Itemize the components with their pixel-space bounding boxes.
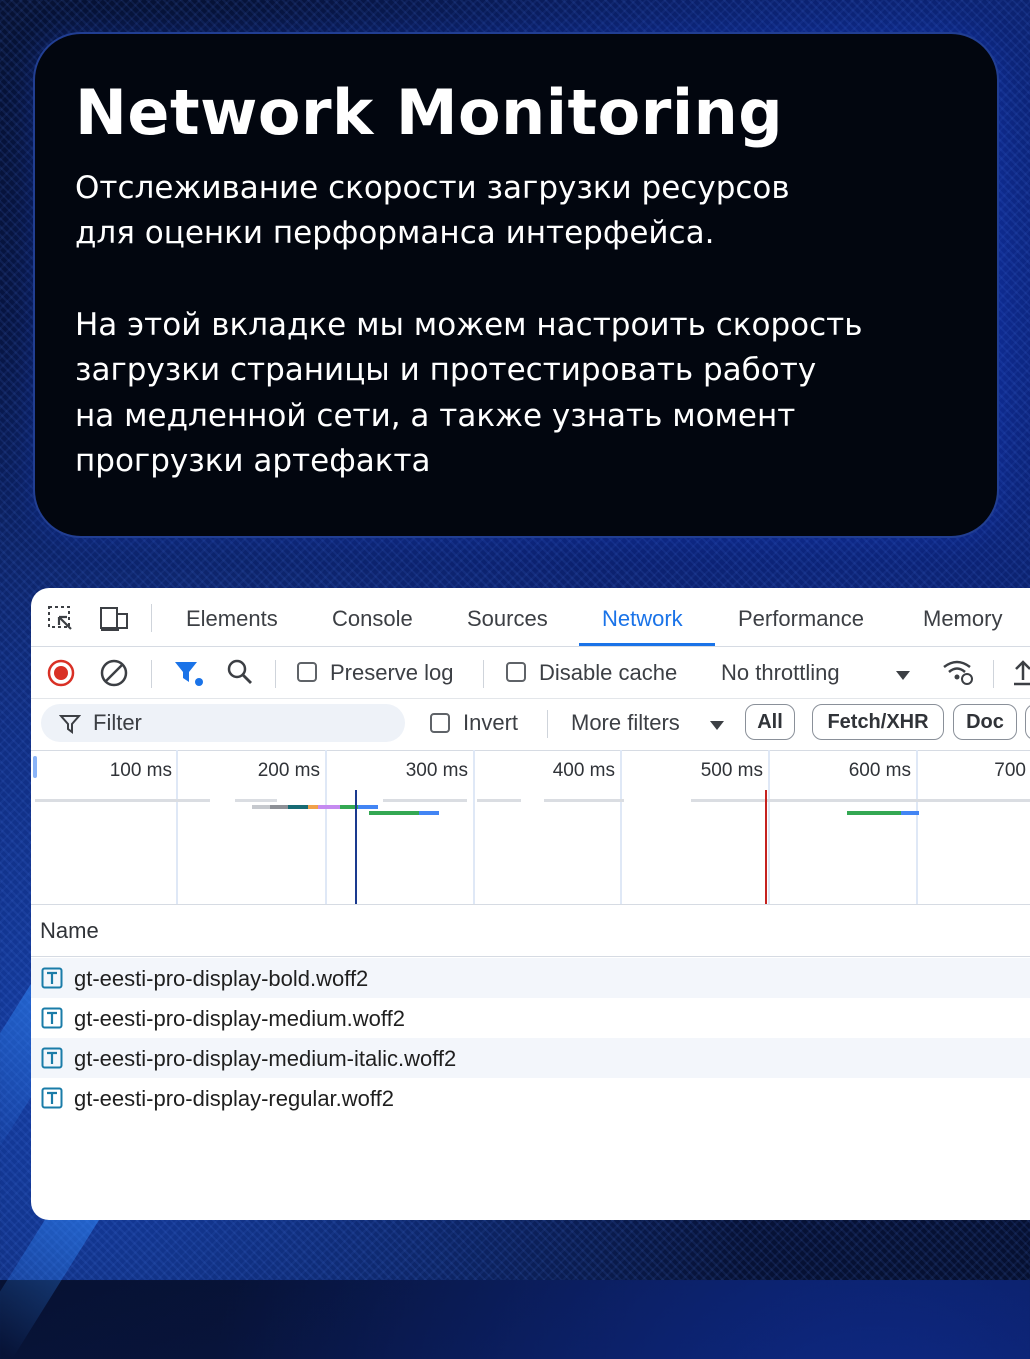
type-filter-fetch-xhr[interactable]: Fetch/XHR — [812, 704, 944, 740]
chevron-down-icon[interactable] — [709, 718, 725, 730]
request-bar — [768, 799, 1030, 802]
search-icon[interactable] — [225, 657, 255, 687]
load-event-marker — [765, 790, 767, 904]
clear-icon[interactable] — [99, 658, 129, 688]
request-bar — [901, 811, 919, 815]
request-bar — [270, 805, 288, 809]
hero-paragraph-2-line-3: на медленной сети, а также узнать момент — [75, 398, 796, 434]
tick-label: 400 ms — [552, 760, 615, 781]
disable-cache-label: Disable cache — [539, 660, 678, 685]
type-filter-all[interactable]: All — [745, 704, 795, 740]
grid-line — [768, 750, 770, 904]
invert-checkbox[interactable] — [430, 713, 450, 733]
grid-line — [176, 750, 178, 904]
tick-label: 500 ms — [700, 760, 763, 781]
grid-line — [916, 750, 918, 904]
separator — [547, 710, 548, 738]
tick-label: 700 — [994, 760, 1026, 781]
hero-paragraph-2-line-1: На этой вкладке мы можем настроить скоро… — [75, 307, 863, 343]
grid-line — [325, 750, 327, 904]
request-bar — [235, 799, 277, 802]
request-name: gt-eesti-pro-display-bold.woff2 — [74, 966, 369, 991]
request-bar — [358, 805, 378, 809]
request-bar — [35, 799, 210, 802]
import-har-icon[interactable] — [1011, 658, 1030, 688]
tab-network[interactable]: Network — [602, 606, 683, 632]
record-icon[interactable] — [46, 658, 76, 688]
request-bar — [288, 805, 308, 809]
filter-input[interactable]: Filter — [41, 704, 405, 742]
tab-sources[interactable]: Sources — [467, 606, 548, 632]
filter-placeholder: Filter — [93, 710, 142, 735]
tick-label: 100 ms — [109, 760, 172, 781]
font-file-icon — [41, 1047, 63, 1069]
request-bar — [252, 805, 270, 809]
devtools-tab-bar: Elements Console Sources Network Perform… — [31, 588, 1030, 647]
requests-table-header[interactable]: Name — [31, 904, 1030, 957]
timeline-handle[interactable] — [33, 756, 37, 778]
request-bar — [318, 805, 340, 809]
tick-label: 600 ms — [848, 760, 911, 781]
tick-label: 300 ms — [405, 760, 468, 781]
request-bar — [477, 799, 521, 802]
tab-console[interactable]: Console — [332, 606, 413, 632]
request-bar — [847, 811, 901, 815]
inspect-element-icon[interactable] — [47, 605, 75, 633]
column-header-name[interactable]: Name — [40, 918, 99, 944]
grid-line — [473, 750, 475, 904]
request-bar — [544, 799, 624, 802]
filter-bar: Filter Invert More filters All Fetch/XHR… — [31, 700, 1030, 751]
separator — [993, 660, 994, 688]
separator — [483, 660, 484, 688]
active-tab-indicator — [579, 643, 715, 646]
type-filter-next[interactable] — [1025, 704, 1030, 740]
font-file-icon — [41, 967, 63, 989]
request-bar — [369, 811, 419, 815]
preserve-log-label: Preserve log — [330, 660, 454, 685]
devtools-panel: Elements Console Sources Network Perform… — [31, 588, 1030, 1220]
more-filters-button[interactable]: More filters — [571, 710, 680, 736]
invert-label: Invert — [463, 710, 519, 735]
separator — [151, 604, 152, 632]
type-filter-doc[interactable]: Doc — [953, 704, 1017, 740]
request-bar — [419, 811, 439, 815]
tick-label: 200 ms — [257, 760, 320, 781]
table-row[interactable]: gt-eesti-pro-display-bold.woff2 — [31, 958, 1030, 998]
filter-icon — [58, 713, 82, 735]
tab-memory[interactable]: Memory — [923, 606, 1002, 632]
throttling-select[interactable]: No throttling — [721, 660, 840, 686]
request-name: gt-eesti-pro-display-medium.woff2 — [74, 1006, 405, 1031]
request-bar — [383, 799, 467, 802]
hero-paragraph-1-line-1: Отслеживание скорости загрузки ресурсов — [75, 170, 790, 206]
dom-content-loaded-marker — [355, 790, 357, 904]
request-bar — [691, 799, 771, 802]
font-file-icon — [41, 1007, 63, 1029]
request-bar — [308, 805, 318, 809]
hero-title: Network Monitoring — [75, 76, 784, 149]
grid-line — [620, 750, 622, 904]
disable-cache-checkbox[interactable] — [506, 662, 526, 682]
device-toolbar-icon[interactable] — [99, 605, 131, 633]
request-name: gt-eesti-pro-display-medium-italic.woff2 — [74, 1046, 457, 1071]
tab-elements[interactable]: Elements — [186, 606, 278, 632]
table-row[interactable]: gt-eesti-pro-display-medium-italic.woff2 — [31, 1038, 1030, 1078]
timeline-overview[interactable]: 100 ms 200 ms 300 ms 400 ms 500 ms 600 m… — [31, 750, 1030, 905]
table-row[interactable]: gt-eesti-pro-display-medium.woff2 — [31, 998, 1030, 1038]
request-name: gt-eesti-pro-display-regular.woff2 — [74, 1086, 394, 1111]
network-conditions-icon[interactable] — [941, 657, 975, 687]
filter-funnel-icon[interactable] — [173, 658, 205, 688]
table-row[interactable]: gt-eesti-pro-display-regular.woff2 — [31, 1078, 1030, 1118]
hero-paragraph-1-line-2: для оценки перформанса интерфейса. — [75, 215, 715, 251]
separator — [275, 660, 276, 688]
network-toolbar: Preserve log Disable cache No throttling — [31, 648, 1030, 699]
hero-paragraph-2-line-2: загрузки страницы и протестировать работ… — [75, 352, 817, 388]
tab-performance[interactable]: Performance — [738, 606, 864, 632]
font-file-icon — [41, 1087, 63, 1109]
chevron-down-icon[interactable] — [895, 668, 911, 680]
preserve-log-checkbox[interactable] — [297, 662, 317, 682]
hero-card: Network Monitoring Отслеживание скорости… — [33, 32, 999, 538]
hero-paragraph-2-line-4: прогрузки артефакта — [75, 443, 431, 479]
separator — [151, 660, 152, 688]
